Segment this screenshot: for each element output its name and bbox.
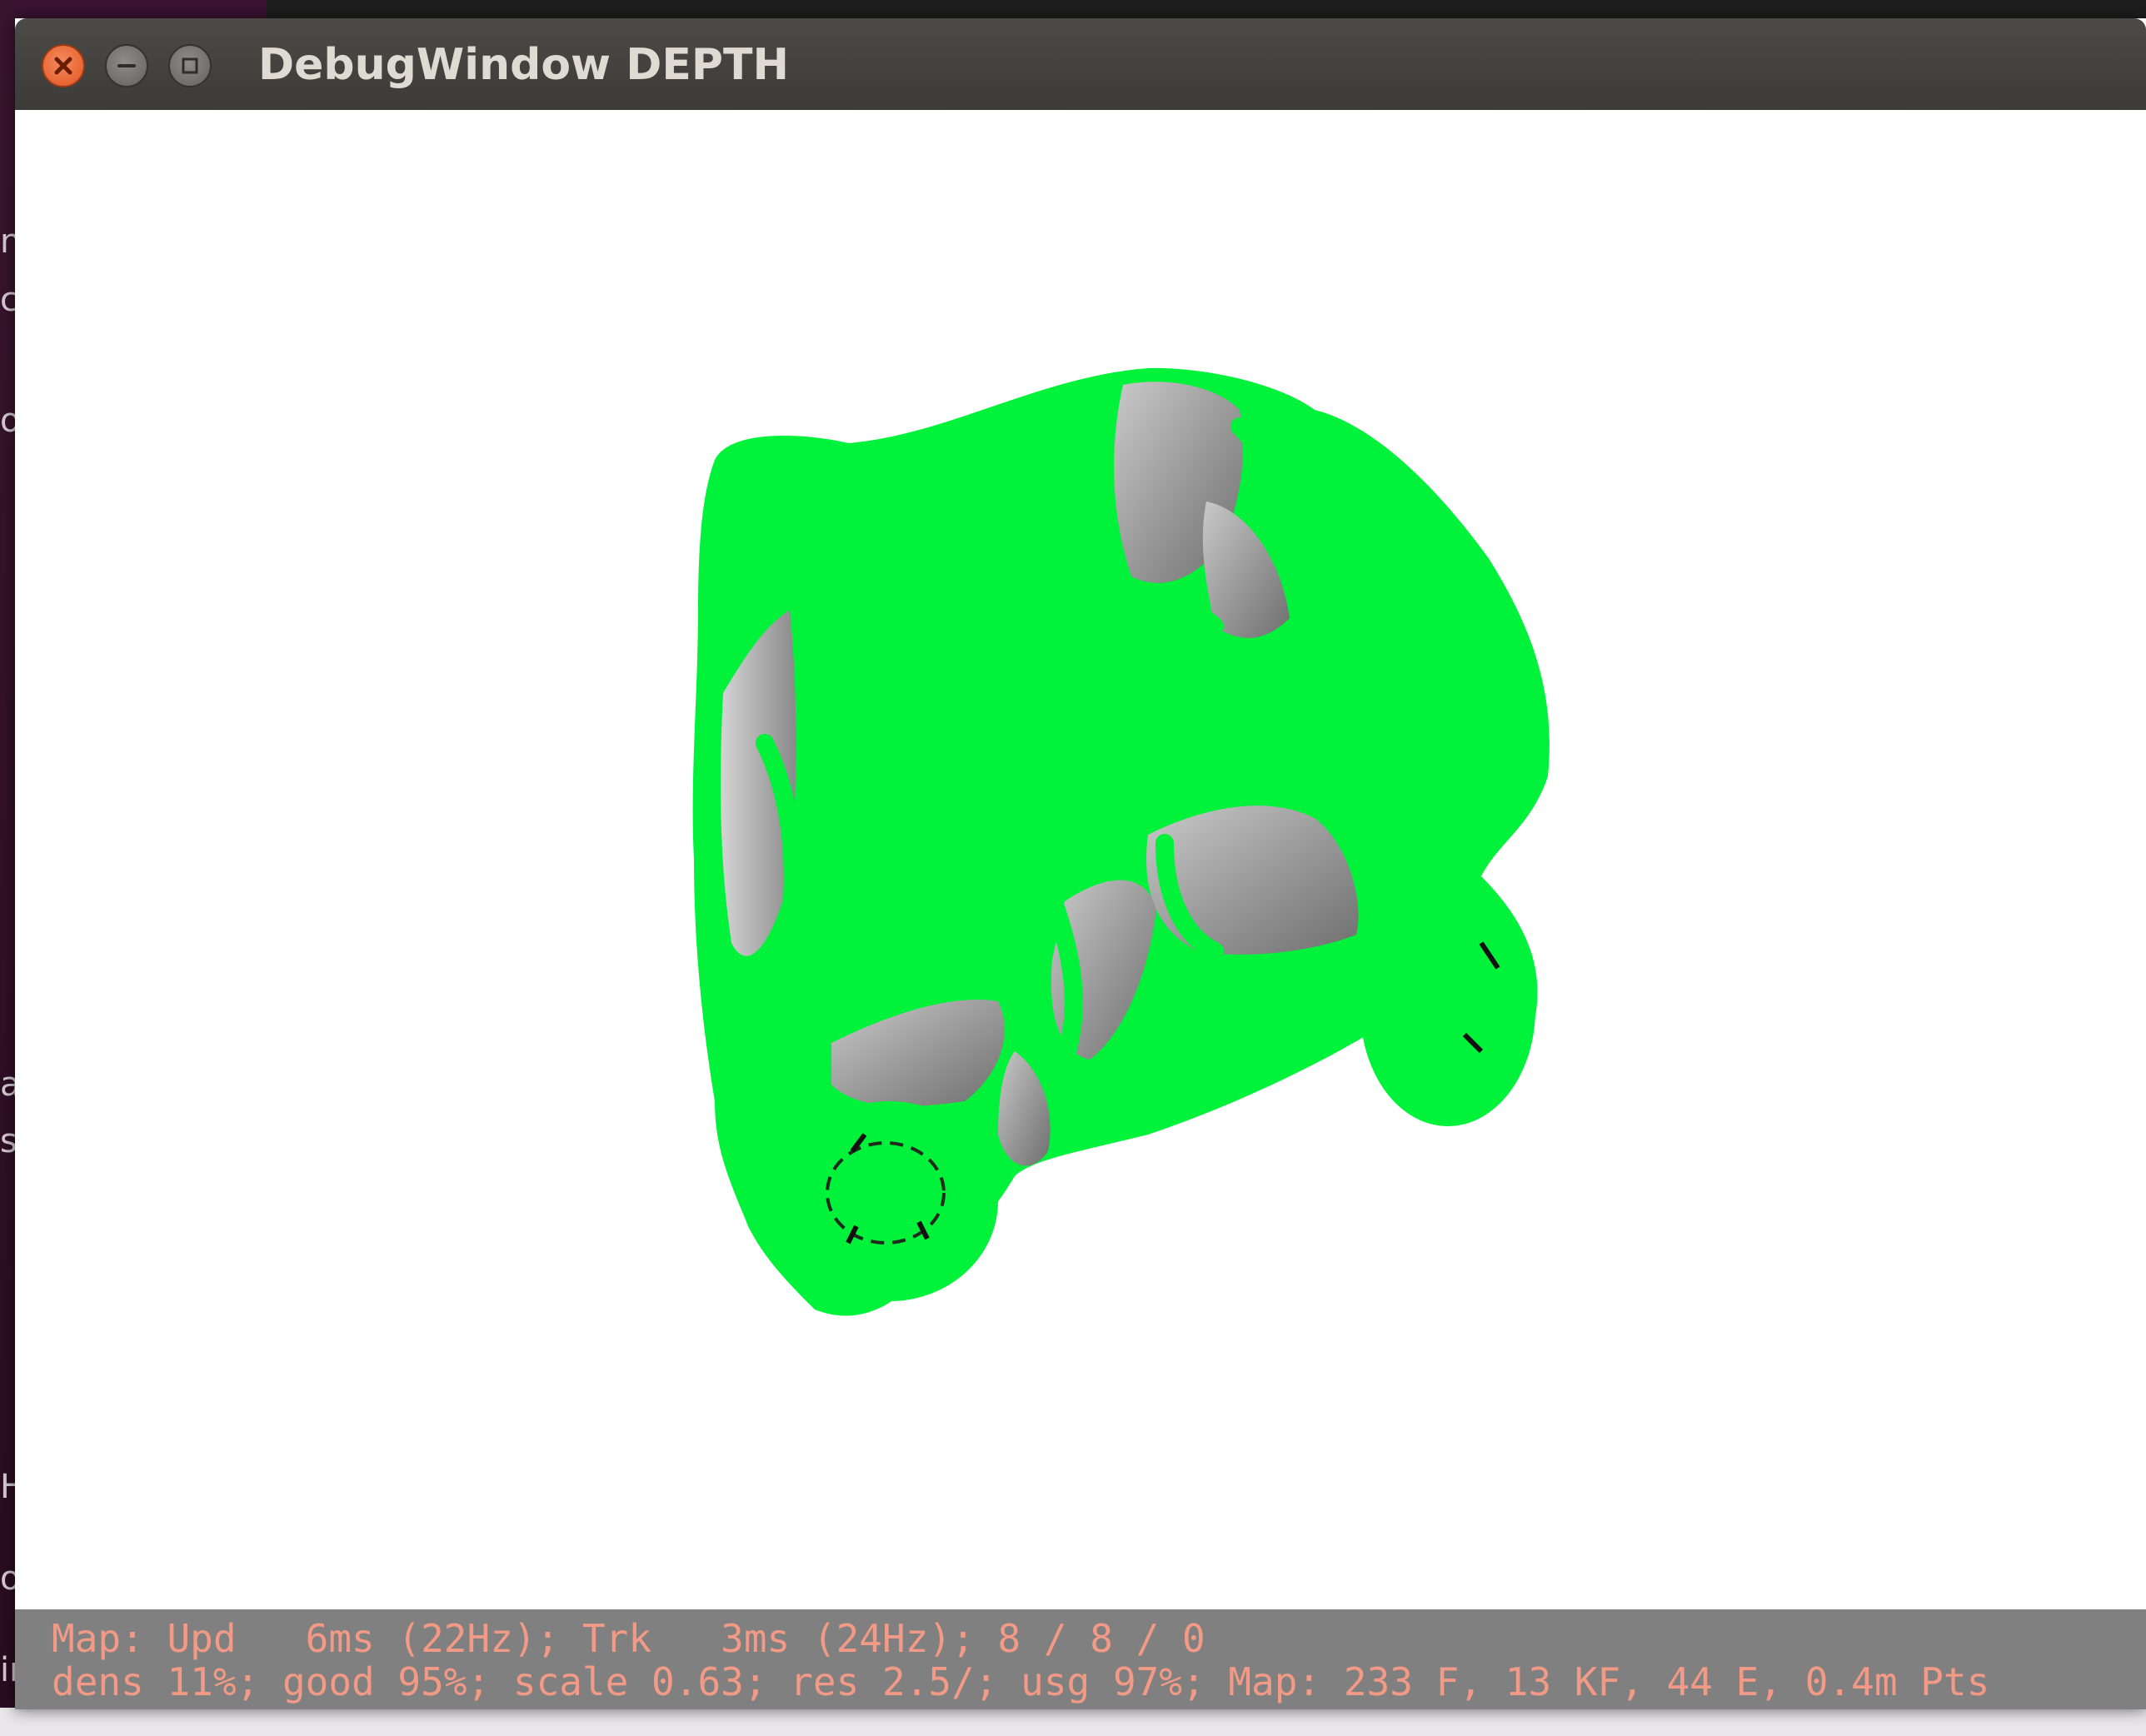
debug-window: DebugWindow DEPTH Map: Upd 6ms (22Hz); T… [15, 18, 2146, 1709]
close-icon [54, 57, 72, 75]
depth-viewport[interactable] [15, 110, 2146, 1609]
maximize-button[interactable] [168, 44, 212, 87]
minimize-button[interactable] [105, 44, 148, 87]
desktop-bottom-strip [0, 1708, 2146, 1736]
desktop-top-left [0, 0, 267, 18]
status-line-map-stats: dens 11%; good 95%; scale 0.63; res 2.5/… [52, 1659, 1990, 1704]
minimize-icon [117, 64, 136, 67]
status-bar: Map: Upd 6ms (22Hz); Trk 3ms (24Hz); 8 /… [15, 1609, 2146, 1709]
window-titlebar[interactable]: DebugWindow DEPTH [15, 18, 2146, 110]
desktop-left-edge: n c o a s H or ir [0, 0, 34, 1736]
maximize-icon [182, 57, 198, 74]
car-depth-render [692, 367, 1550, 1316]
window-title: DebugWindow DEPTH [258, 40, 789, 90]
front-wheel [781, 1101, 998, 1301]
close-button[interactable] [42, 44, 85, 87]
desktop-top-bar [0, 0, 2146, 18]
status-line-timing: Map: Upd 6ms (22Hz); Trk 3ms (24Hz); 8 /… [52, 1616, 1205, 1661]
rear-wheel [1360, 893, 1535, 1126]
